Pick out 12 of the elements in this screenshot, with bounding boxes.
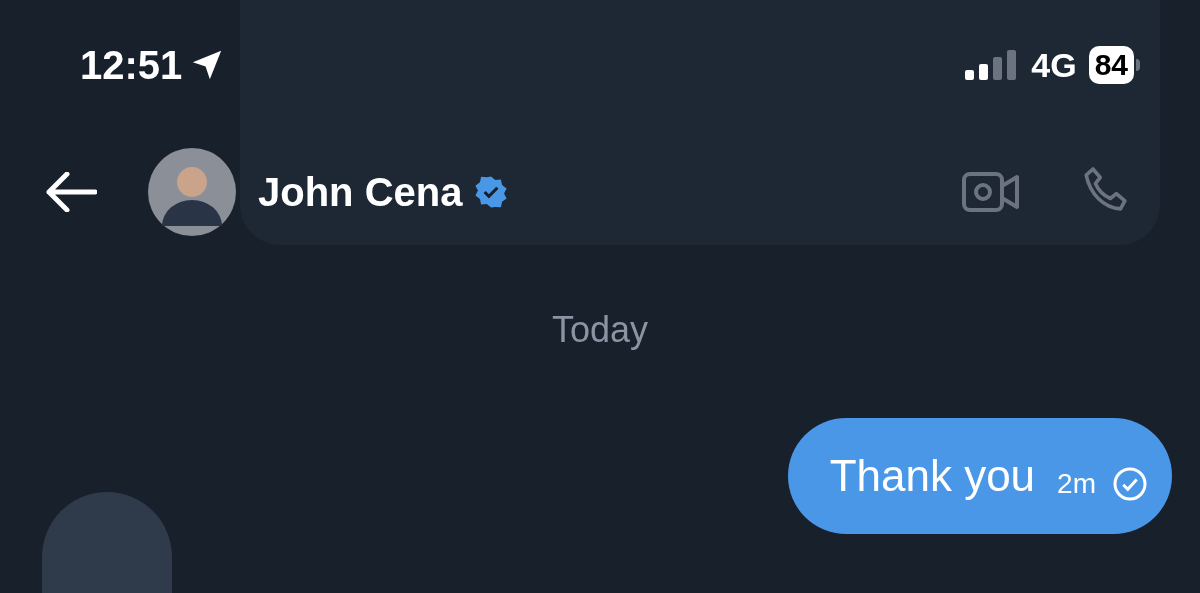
message-time: 2m <box>1057 467 1096 501</box>
network-label: 4G <box>1031 44 1077 86</box>
back-icon[interactable] <box>45 172 97 212</box>
contact-name: John Cena <box>258 169 463 216</box>
avatar[interactable] <box>148 148 236 236</box>
message-bubble[interactable]: Thank you 2m <box>787 418 1172 534</box>
date-divider: Today <box>551 308 649 352</box>
check-circle-icon <box>1112 466 1148 502</box>
message-text: Thank you <box>829 450 1036 502</box>
notification-banner[interactable] <box>240 0 1160 245</box>
clock-time: 12:51 <box>80 42 183 89</box>
battery-icon: 84 <box>1088 46 1134 84</box>
